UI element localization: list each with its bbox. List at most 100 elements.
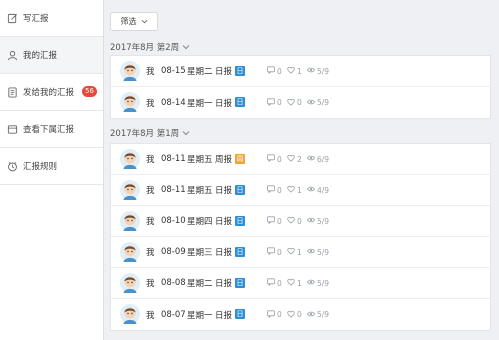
report-date: 08-11	[161, 154, 186, 164]
comment-count-value: 0	[277, 154, 282, 164]
like-count-value: 0	[297, 310, 302, 319]
like-count[interactable]: 1	[287, 66, 302, 76]
sidebar-item-subordinate-reports[interactable]: 查看下属汇报	[0, 111, 103, 148]
like-count-value: 0	[297, 216, 302, 226]
report-list: 我 08-15 星期二 日报日 0 1 5/9 我 08-14 星期一 日报日 0 0 5/9	[110, 55, 491, 119]
document-icon	[7, 86, 18, 98]
report-author: 我	[146, 310, 155, 321]
report-row[interactable]: 我 08-10 星期四 日报日 0 0 5/9	[111, 206, 490, 237]
comment-count[interactable]: 0	[267, 278, 282, 288]
comment-count[interactable]: 0	[267, 185, 282, 195]
view-count: 5/9	[307, 216, 329, 226]
view-count: 5/9	[307, 247, 329, 257]
view-count: 5/9	[307, 310, 329, 320]
comment-count[interactable]: 0	[267, 247, 282, 257]
sidebar-item-my-reports[interactable]: 我的汇报	[0, 37, 103, 74]
report-row[interactable]: 我 08-09 星期三 日报日 0 1 5/9	[111, 237, 490, 268]
report-date: 08-15	[161, 66, 186, 76]
report-weekday: 星期三	[187, 248, 213, 258]
comment-icon	[267, 247, 275, 257]
report-weekday: 星期一	[187, 98, 213, 109]
avatar	[120, 180, 140, 200]
report-list-panel: 筛选 2017年8月 第2周 我 08-15 星期二 日报日 0 1 5/9 我 08-14 星期…	[104, 0, 499, 340]
view-count: 5/9	[307, 66, 329, 76]
like-count[interactable]: 0	[287, 310, 302, 320]
heart-icon	[287, 310, 295, 320]
view-count: 4/9	[307, 185, 329, 195]
comment-count-value: 0	[277, 310, 282, 319]
report-date: 08-14	[161, 97, 186, 108]
report-row[interactable]: 我 08-07 星期一 日报日 0 0 5/9	[111, 299, 490, 330]
comment-count[interactable]: 0	[267, 309, 282, 320]
filter-button[interactable]: 筛选	[110, 12, 158, 31]
eye-icon	[307, 310, 315, 320]
report-row[interactable]: 我 08-15 星期二 日报日 0 1 5/9	[111, 56, 490, 87]
heart-icon	[287, 66, 295, 76]
like-count[interactable]: 1	[287, 278, 302, 288]
sidebar-item-label: 汇报规则	[23, 162, 58, 172]
view-count-value: 4/9	[317, 185, 330, 195]
report-type-tag: 日	[235, 216, 245, 226]
report-type: 日报	[215, 248, 233, 258]
like-count[interactable]: 1	[287, 185, 302, 195]
report-author: 我	[146, 217, 155, 227]
comment-count[interactable]: 0	[267, 154, 282, 164]
week-group-header[interactable]: 2017年8月 第2周	[110, 41, 190, 53]
report-date: 08-08	[161, 278, 186, 288]
heart-icon	[287, 216, 295, 226]
view-count-value: 5/9	[317, 247, 330, 257]
sidebar-item-label: 我的汇报	[23, 51, 58, 61]
report-type: 日报	[215, 186, 233, 196]
report-date: 08-11	[161, 185, 186, 195]
like-count-value: 1	[297, 247, 302, 257]
eye-icon	[307, 216, 315, 226]
avatar	[120, 304, 140, 324]
report-row[interactable]: 我 08-08 星期二 日报日 0 1 5/9	[111, 268, 490, 299]
report-date: 08-07	[161, 309, 186, 320]
like-count[interactable]: 1	[287, 247, 302, 257]
comment-icon	[267, 97, 275, 108]
report-type: 周报	[215, 155, 233, 165]
report-row[interactable]: 我 08-11 星期五 日报日 0 1 4/9	[111, 175, 490, 206]
avatar	[120, 273, 140, 293]
report-author: 我	[146, 67, 155, 77]
report-date: 08-10	[161, 216, 186, 226]
report-list: 我 08-11 星期五 周报周 0 2 6/9 我 08-11 星期五 日报日 0 1 4/9 我 08-10…	[110, 143, 491, 331]
like-count[interactable]: 2	[287, 154, 302, 164]
sidebar-item-report-rules[interactable]: 汇报规则	[0, 148, 103, 185]
avatar	[120, 92, 140, 112]
comment-count-value: 0	[277, 247, 282, 257]
avatar	[120, 211, 140, 231]
comment-count-value: 0	[277, 216, 282, 226]
comment-count[interactable]: 0	[267, 216, 282, 226]
view-count-value: 6/9	[317, 154, 330, 164]
eye-icon	[307, 185, 315, 195]
view-count: 5/9	[307, 98, 329, 108]
report-row[interactable]: 我 08-11 星期五 周报周 0 2 6/9	[111, 144, 490, 175]
report-weekday: 星期四	[187, 217, 213, 227]
like-count[interactable]: 0	[287, 98, 302, 108]
like-count-value: 1	[297, 66, 302, 76]
week-group-title: 2017年8月 第1周	[110, 129, 180, 139]
comment-count[interactable]: 0	[267, 97, 282, 108]
view-count: 6/9	[307, 154, 329, 164]
report-weekday: 星期一	[187, 310, 213, 321]
report-type-tag: 日	[235, 185, 245, 195]
comment-count[interactable]: 0	[267, 66, 282, 76]
eye-icon	[307, 66, 315, 76]
report-author: 我	[146, 155, 155, 165]
heart-icon	[287, 154, 295, 164]
comment-icon	[267, 278, 275, 288]
heart-icon	[287, 185, 295, 195]
week-group-header[interactable]: 2017年8月 第1周	[110, 127, 190, 139]
like-count[interactable]: 0	[287, 216, 302, 226]
sidebar-item-write-report[interactable]: 写汇报	[0, 0, 103, 37]
filter-label: 筛选	[120, 17, 137, 26]
eye-icon	[307, 247, 315, 257]
comment-icon	[267, 309, 275, 320]
report-row[interactable]: 我 08-14 星期一 日报日 0 0 5/9	[111, 87, 490, 118]
sidebar-item-reports-to-me[interactable]: 发给我的汇报 56	[0, 74, 103, 111]
report-weekday: 星期五	[187, 155, 213, 165]
folder-icon	[7, 124, 18, 135]
report-type-tag: 日	[235, 247, 245, 257]
